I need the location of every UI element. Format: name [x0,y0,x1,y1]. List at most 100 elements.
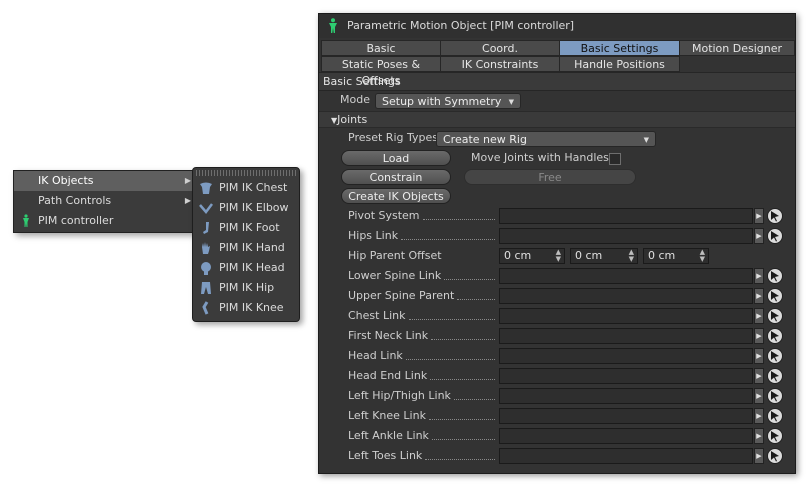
foot-icon [199,221,213,235]
pick-target-icon[interactable] [767,408,783,424]
spin-arrows-icon[interactable]: ▲ ▼ [700,249,705,263]
menu-item-label: IK Objects [38,174,94,187]
tab-coord[interactable]: Coord. [440,40,560,56]
submenu-item-label: PIM IK Hip [219,281,275,294]
pick-target-icon[interactable] [767,428,783,444]
pick-target-icon[interactable] [767,288,783,304]
joints-group-header[interactable]: ▼Joints [319,111,795,128]
link-menu-arrow-icon[interactable]: ▶ [754,428,764,444]
link-menu-arrow-icon[interactable]: ▶ [754,208,764,224]
hip-offset-z-field[interactable]: 0 cm ▲ ▼ [643,248,709,264]
free-button[interactable]: Free [464,169,636,185]
link-field[interactable] [499,368,753,384]
pick-target-icon[interactable] [767,388,783,404]
hand-icon [199,241,213,255]
menu-item-pim-controller[interactable]: PIM controller [14,211,195,231]
pick-target-icon[interactable] [767,208,783,224]
link-menu-arrow-icon[interactable]: ▶ [754,228,764,244]
submenu-item-ik-foot[interactable]: PIM IK Foot [193,218,299,238]
tab-basic-settings[interactable]: Basic Settings [559,40,680,56]
window-title: Parametric Motion Object [PIM controller… [347,19,575,32]
hip-offset-y-field[interactable]: 0 cm ▲ ▼ [570,248,638,264]
link-row: First Neck Link ▶ [319,327,795,345]
figure-icon [21,214,31,235]
constrain-button[interactable]: Constrain [341,169,451,185]
tab-ik-constraints[interactable]: IK Constraints [440,56,560,72]
link-field[interactable] [499,328,753,344]
tab-motion-designer[interactable]: Motion Designer [679,40,795,56]
spin-arrows-icon[interactable]: ▲ ▼ [556,249,561,263]
submenu-item-ik-knee[interactable]: PIM IK Knee [193,298,299,318]
field-label: Head End Link [348,369,428,382]
link-menu-arrow-icon[interactable]: ▶ [754,308,764,324]
tab-static-poses[interactable]: Static Poses & Offsets [321,56,441,87]
link-menu-arrow-icon[interactable]: ▶ [754,328,764,344]
field-label: Left Toes Link [348,449,423,462]
move-joints-label: Move Joints with Handles [471,151,609,164]
link-field[interactable] [499,348,753,364]
window-titlebar: Parametric Motion Object [PIM controller… [319,14,795,38]
link-field[interactable] [499,268,753,284]
link-field[interactable] [499,448,753,464]
tab-handle-positions[interactable]: Handle Positions [559,56,680,72]
leader-dots [430,371,495,380]
leader-dots [409,311,495,320]
submenu-item-ik-hand[interactable]: PIM IK Hand [193,238,299,258]
pick-target-icon[interactable] [767,308,783,324]
pick-target-icon[interactable] [767,368,783,384]
link-field[interactable] [499,208,753,224]
link-row: Left Hip/Thigh Link ▶ [319,387,795,405]
menu-item-ik-objects[interactable]: IK Objects ▶ [14,171,195,191]
field-label: Left Knee Link [348,409,426,422]
mode-dropdown[interactable]: Setup with Symmetry ▼ [375,93,521,109]
field-value: 0 cm [575,249,603,262]
submenu-item-ik-elbow[interactable]: PIM IK Elbow [193,198,299,218]
move-joints-checkbox[interactable] [609,153,621,165]
link-field[interactable] [499,308,753,324]
link-menu-arrow-icon[interactable]: ▶ [754,348,764,364]
link-field[interactable] [499,408,753,424]
submenu-item-label: PIM IK Knee [219,301,284,314]
link-menu-arrow-icon[interactable]: ▶ [754,368,764,384]
pick-target-icon[interactable] [767,228,783,244]
field-label: First Neck Link [348,329,429,342]
field-value: 0 cm [504,249,532,262]
leader-dots [401,231,495,240]
tab-label: Basic [366,42,396,55]
menu-item-path-controls[interactable]: Path Controls ▶ [14,191,195,211]
submenu-item-ik-head[interactable]: PIM IK Head [193,258,299,278]
hip-offset-x-field[interactable]: 0 cm ▲ ▼ [499,248,565,264]
joints-panel: Preset Rig Types Create new Rig ▼ Load M… [319,128,795,468]
pick-target-icon[interactable] [767,268,783,284]
tab-basic[interactable]: Basic [321,40,441,56]
mode-value: Setup with Symmetry [382,95,502,108]
link-menu-arrow-icon[interactable]: ▶ [754,448,764,464]
link-field[interactable] [499,388,753,404]
pick-target-icon[interactable] [767,348,783,364]
spin-arrows-icon[interactable]: ▲ ▼ [629,249,634,263]
tear-off-grip[interactable] [196,170,296,176]
link-row: Head End Link ▶ [319,367,795,385]
submenu-item-label: PIM IK Chest [219,181,288,194]
hip-parent-offset-row: Hip Parent Offset 0 cm ▲ ▼ 0 cm ▲ ▼ 0 cm ▲ ▼ [319,247,795,265]
load-button[interactable]: Load [341,150,451,166]
link-menu-arrow-icon[interactable]: ▶ [754,388,764,404]
link-field[interactable] [499,288,753,304]
link-menu-arrow-icon[interactable]: ▶ [754,288,764,304]
pick-target-icon[interactable] [767,448,783,464]
link-menu-arrow-icon[interactable]: ▶ [754,408,764,424]
attribute-manager-window: Parametric Motion Object [PIM controller… [318,13,796,474]
submenu-item-ik-hip[interactable]: PIM IK Hip [193,278,299,298]
button-label: Load [382,152,410,165]
link-menu-arrow-icon[interactable]: ▶ [754,268,764,284]
submenu-item-ik-chest[interactable]: PIM IK Chest [193,178,299,198]
mode-label: Mode [340,93,370,106]
link-field[interactable] [499,228,753,244]
leader-dots [406,351,495,360]
pick-target-icon[interactable] [767,328,783,344]
leader-dots [444,271,495,280]
create-ik-objects-button[interactable]: Create IK Objects [341,188,451,204]
link-field[interactable] [499,428,753,444]
head-icon [199,261,213,275]
preset-rig-dropdown[interactable]: Create new Rig ▼ [436,131,656,147]
